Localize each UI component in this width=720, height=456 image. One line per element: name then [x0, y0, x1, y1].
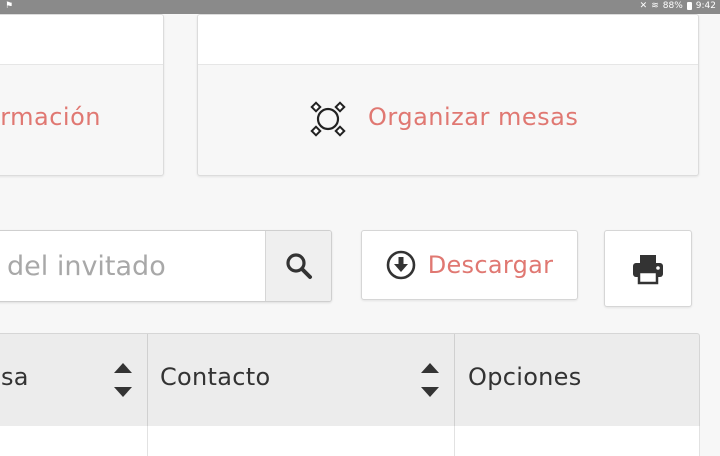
notification-icon: ⚑ — [5, 1, 14, 11]
column-label-contacto: Contacto — [160, 363, 271, 391]
status-bar: ⚑ ✕ ≋ 88% 9:42 — [0, 0, 720, 14]
download-button[interactable]: Descargar — [361, 230, 578, 300]
column-header-opciones: Opciones — [455, 334, 699, 426]
info-card-label: rmación — [0, 103, 101, 131]
mute-icon: ✕ — [639, 1, 648, 11]
download-circle-icon — [386, 250, 415, 280]
column-header-contacto[interactable]: Contacto — [148, 334, 454, 426]
download-label: Descargar — [427, 251, 554, 279]
organize-tables-card[interactable]: Organizar mesas — [197, 14, 699, 176]
guest-table-first-row — [0, 426, 700, 456]
sort-icon — [114, 363, 132, 397]
search-icon — [286, 253, 312, 279]
status-right: ✕ ≋ 88% 9:42 — [640, 1, 716, 11]
printer-icon — [633, 254, 663, 284]
clock: 9:42 — [695, 1, 716, 11]
guest-table-header: sa Contacto Opciones — [0, 333, 700, 427]
battery-percent: 88% — [662, 1, 683, 11]
column-label-opciones: Opciones — [468, 363, 582, 391]
round-table-icon — [310, 101, 346, 137]
guest-search-input[interactable] — [0, 231, 263, 301]
battery-icon — [686, 2, 692, 10]
column-header-mesa[interactable]: sa — [0, 334, 147, 426]
wifi-icon: ≋ — [651, 1, 659, 11]
info-card[interactable]: rmación — [0, 14, 164, 176]
sort-icon — [421, 363, 439, 397]
search-button[interactable] — [265, 231, 331, 301]
guest-search — [0, 230, 332, 302]
print-button[interactable] — [604, 230, 692, 307]
organize-tables-label: Organizar mesas — [368, 103, 579, 131]
column-label-mesa: sa — [1, 363, 29, 391]
